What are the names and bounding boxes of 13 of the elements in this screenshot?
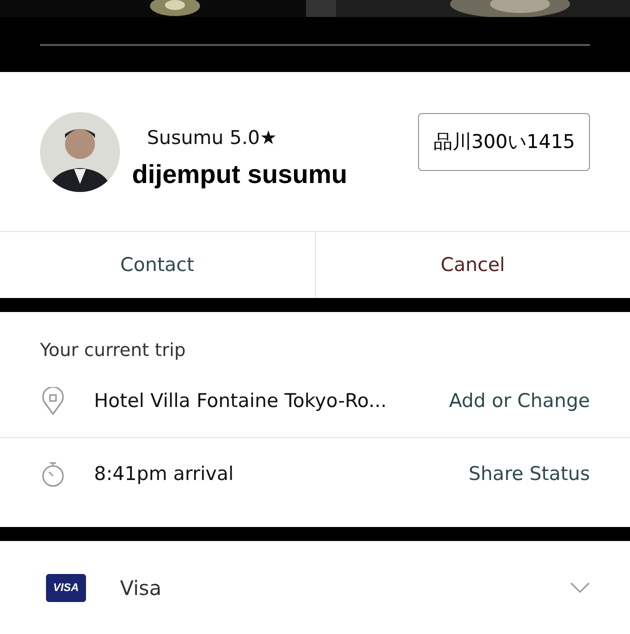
chevron-down-icon[interactable]	[570, 582, 590, 594]
pickup-status: dijemput susumu	[132, 159, 348, 190]
arrival-time: 8:41pm arrival	[94, 463, 235, 485]
card-logo-icon: VISA	[46, 574, 86, 602]
destination-text: Hotel Villa Fontaine Tokyo-Ro...	[94, 390, 388, 412]
section-heading: Your current trip	[39, 339, 187, 361]
add-or-change-link[interactable]: Add or Change	[448, 390, 590, 412]
stopwatch-icon	[40, 460, 66, 488]
driver-name-rating: Susumu 5.0★	[147, 127, 278, 149]
license-plate: 品川300い1415	[418, 112, 590, 170]
share-status-link[interactable]: Share Status	[468, 463, 590, 485]
location-pin-icon	[40, 387, 66, 415]
payment-method[interactable]: Visa	[120, 576, 570, 600]
